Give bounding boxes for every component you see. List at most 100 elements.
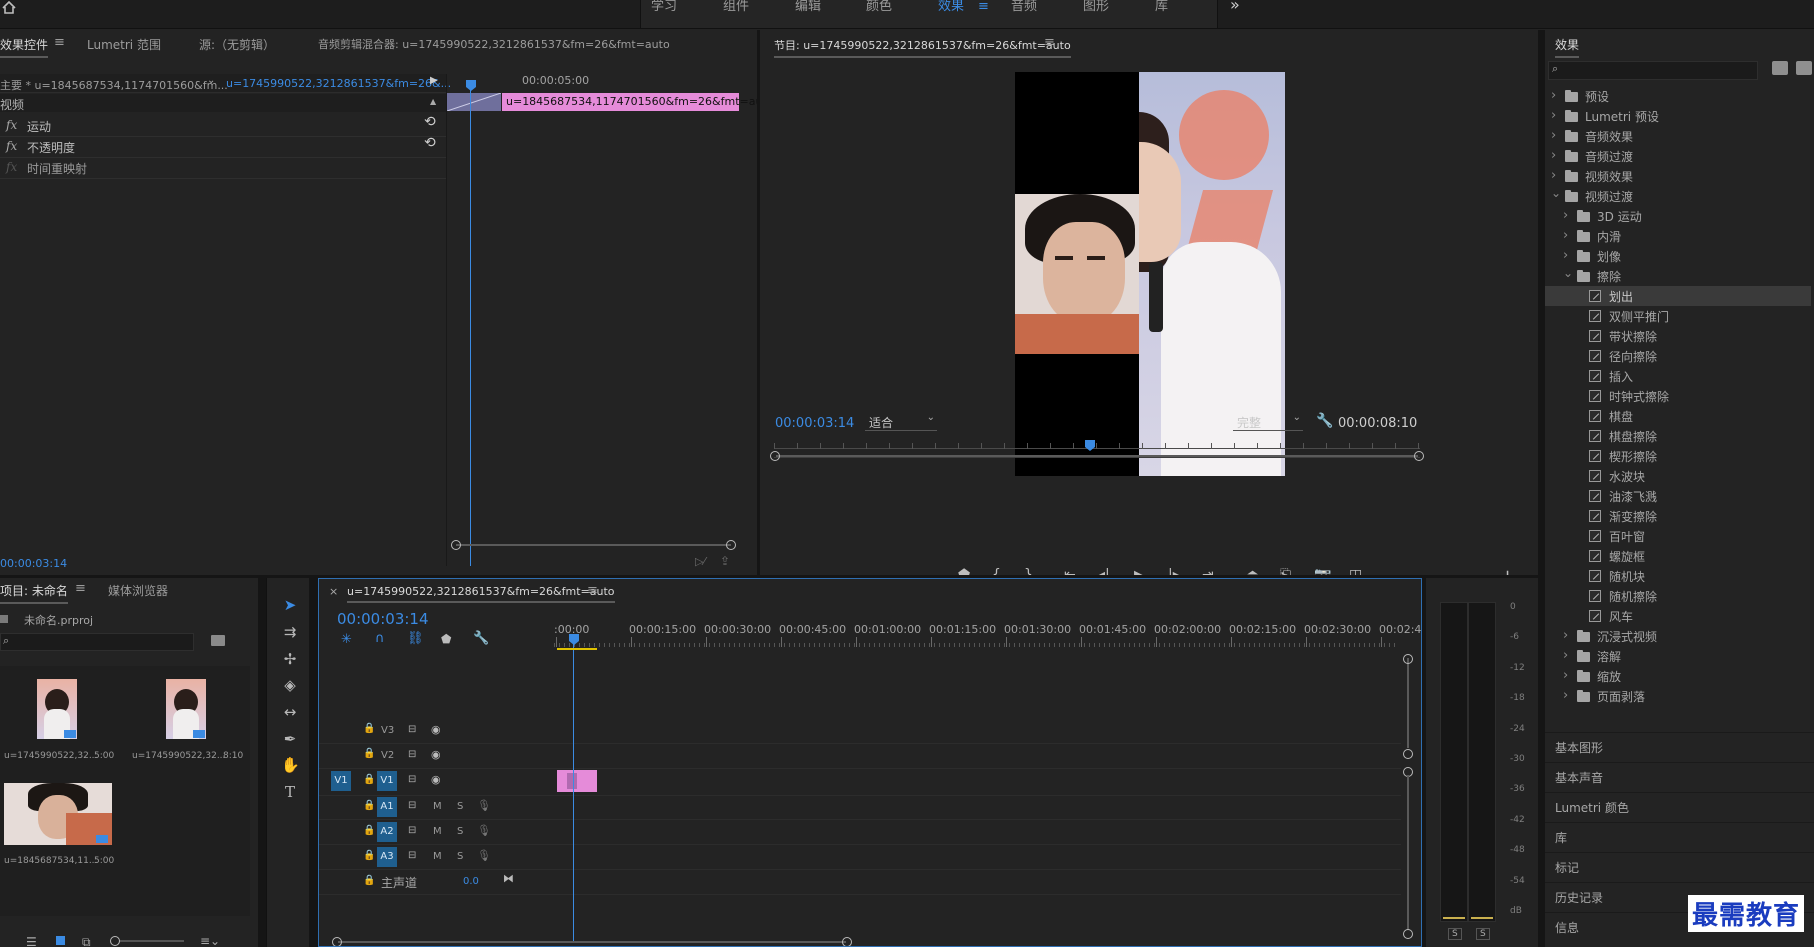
track-v1[interactable] (319, 767, 1401, 796)
lock-icon[interactable]: 🔒 (363, 875, 375, 886)
solo-button[interactable]: S (457, 851, 463, 862)
effects-item[interactable]: 时钟式擦除 (1545, 386, 1811, 406)
freeform-view-icon[interactable]: ⧉ (82, 935, 91, 947)
effects-folder[interactable]: › 视频效果 (1545, 166, 1811, 186)
snap-icon[interactable]: ∩ (375, 631, 385, 646)
chevron-right-icon[interactable]: › (1563, 668, 1568, 683)
sync-lock-icon[interactable]: ⊟ (408, 800, 416, 811)
effects-panel-title[interactable]: 效果 (1555, 36, 1580, 58)
effect-timeline-clip[interactable]: u=1845687534,1174701560&fm=26&fmt=auto. (502, 93, 757, 111)
tab-source[interactable]: 源:（无剪辑） (199, 36, 275, 53)
microphone-icon[interactable]: 🎙 (477, 799, 491, 812)
workspace-tab-assembly[interactable]: 组件 (723, 0, 749, 14)
eye-icon[interactable]: ◉ (431, 748, 441, 761)
mark-out-icon[interactable]: } (1024, 567, 1033, 575)
pen-tool-icon[interactable]: ✒ (281, 730, 299, 748)
effects-folder[interactable]: › 溶解 (1545, 646, 1811, 666)
selection-tool-icon[interactable]: ➤ (281, 596, 299, 614)
transition-block[interactable] (446, 92, 502, 112)
new-folder-icon[interactable] (211, 635, 225, 646)
effects-item[interactable]: 渐变擦除 (1545, 506, 1811, 526)
solo-button[interactable]: S (457, 801, 463, 812)
expand-timeline-icon[interactable]: ▶ (430, 75, 438, 86)
master-clip-label[interactable]: 主要 * u=1845687534,1174701560&fm... (0, 77, 228, 93)
sync-lock-icon[interactable]: ⊟ (408, 774, 416, 785)
lift-icon[interactable]: ⏏ (1246, 567, 1259, 575)
effects-search-input[interactable] (1565, 62, 1757, 79)
tab-audio-clip-mixer[interactable]: 音频剪辑混合器: u=1745990522,3212861537&fm=26&f… (318, 36, 670, 52)
track-label-a3[interactable]: A3 (377, 847, 397, 867)
workspace-tab-libraries[interactable]: 库 (1155, 0, 1168, 14)
effect-motion-label[interactable]: 运动 (27, 118, 51, 135)
effects-item[interactable]: 随机块 (1545, 566, 1811, 586)
effects-item[interactable]: 棋盘 (1545, 406, 1811, 426)
program-current-time[interactable]: 00:00:03:14 (775, 416, 854, 431)
effects-item[interactable]: 楔形擦除 (1545, 446, 1811, 466)
chevron-right-icon[interactable]: › (1551, 128, 1556, 143)
solo-right-button[interactable]: S (1476, 928, 1490, 940)
chevron-right-icon[interactable]: › (1563, 648, 1568, 663)
yuv-filter-icon[interactable] (1796, 61, 1812, 75)
step-forward-icon[interactable]: |▸ (1168, 567, 1180, 575)
effect-playhead[interactable] (465, 80, 477, 92)
wrench-icon[interactable]: 🔧 (473, 631, 489, 646)
panel-divider[interactable] (757, 30, 760, 575)
effects-item[interactable]: 油漆飞溅 (1545, 486, 1811, 506)
zoom-slider[interactable] (110, 936, 184, 946)
project-item-thumbnail[interactable] (37, 679, 77, 739)
master-volume-value[interactable]: 0.0 (463, 876, 479, 887)
chevron-right-icon[interactable]: › (1563, 628, 1568, 643)
program-monitor-title[interactable]: 节目: u=1745990522,3212861537&fm=26&fmt=au… (774, 37, 1071, 58)
effects-item[interactable]: 插入 (1545, 366, 1811, 386)
effects-item[interactable]: 划出 (1545, 286, 1811, 306)
razor-tool-icon[interactable]: ◈ (281, 676, 299, 694)
chevron-right-icon[interactable]: › (1551, 108, 1556, 123)
project-item-thumbnail[interactable] (4, 783, 112, 845)
play-icon[interactable]: ▶ (1134, 566, 1146, 575)
type-tool-icon[interactable]: T (281, 783, 299, 801)
export-frame-icon[interactable]: ▷⁄ (695, 555, 705, 568)
linked-selection-icon[interactable]: ⛓ (407, 631, 424, 646)
chevron-right-icon[interactable]: › (1563, 208, 1568, 223)
new-bin-icon[interactable] (1772, 61, 1788, 75)
effects-folder[interactable]: ⌄ 视频过渡 (1545, 186, 1811, 206)
side-panel-tab[interactable]: 基本图形 (1545, 732, 1814, 759)
reset-opacity-icon[interactable]: ⟲ (424, 135, 436, 151)
effects-folder[interactable]: › 划像 (1545, 246, 1811, 266)
fit-dropdown[interactable]: 适合 ⌄ (865, 412, 937, 431)
chevron-right-icon[interactable]: › (1551, 88, 1556, 103)
sync-lock-icon[interactable]: ⊟ (408, 850, 416, 861)
go-to-in-icon[interactable]: ⇤ (1064, 567, 1076, 575)
track-v3[interactable] (319, 719, 1401, 744)
panel-divider[interactable] (258, 578, 266, 947)
workspace-tab-editing[interactable]: 编辑 (795, 0, 821, 14)
effect-timeline-scrollbar[interactable] (451, 540, 736, 550)
workspace-tab-graphics[interactable]: 图形 (1083, 0, 1109, 14)
chevron-down-icon[interactable]: ⌄ (1563, 266, 1573, 280)
step-back-icon[interactable]: ◂| (1098, 567, 1110, 575)
track-select-tool-icon[interactable]: ⇉ (281, 623, 299, 641)
chevron-right-icon[interactable]: › (1551, 148, 1556, 163)
project-search-field[interactable]: ⌕ (0, 633, 194, 651)
fx-badge-icon[interactable]: fx (6, 139, 17, 153)
side-panel-tab[interactable]: 基本声音 (1545, 762, 1814, 789)
sync-lock-icon[interactable]: ⊟ (408, 825, 416, 836)
track-v2[interactable] (319, 744, 1401, 769)
playback-resolution-dropdown[interactable]: 完整 ⌄ (1233, 412, 1303, 431)
effects-search-field[interactable]: ⌕ (1548, 61, 1758, 80)
panel-menu-icon[interactable]: ≡ (75, 581, 86, 596)
solo-button[interactable]: S (457, 826, 463, 837)
effects-item[interactable]: 螺旋框 (1545, 546, 1811, 566)
workspace-tab-learn[interactable]: 学习 (651, 0, 677, 14)
sort-icon[interactable]: ≡⌄ (200, 934, 220, 947)
chevron-down-icon[interactable]: ⌄ (207, 75, 215, 86)
camera-icon[interactable]: 📷 (1314, 567, 1331, 575)
tab-project[interactable]: 项目: 未命名 (0, 582, 68, 604)
effects-item[interactable]: 带状擦除 (1545, 326, 1811, 346)
effects-folder[interactable]: › 缩放 (1545, 666, 1811, 686)
workspace-tab-audio[interactable]: 音频 (1011, 0, 1037, 14)
nest-icon[interactable]: ✳ (341, 632, 352, 647)
side-panel-tab[interactable]: 库 (1545, 822, 1814, 849)
track-master[interactable] (319, 870, 1401, 895)
track-label-v1[interactable]: V1 (377, 771, 397, 791)
